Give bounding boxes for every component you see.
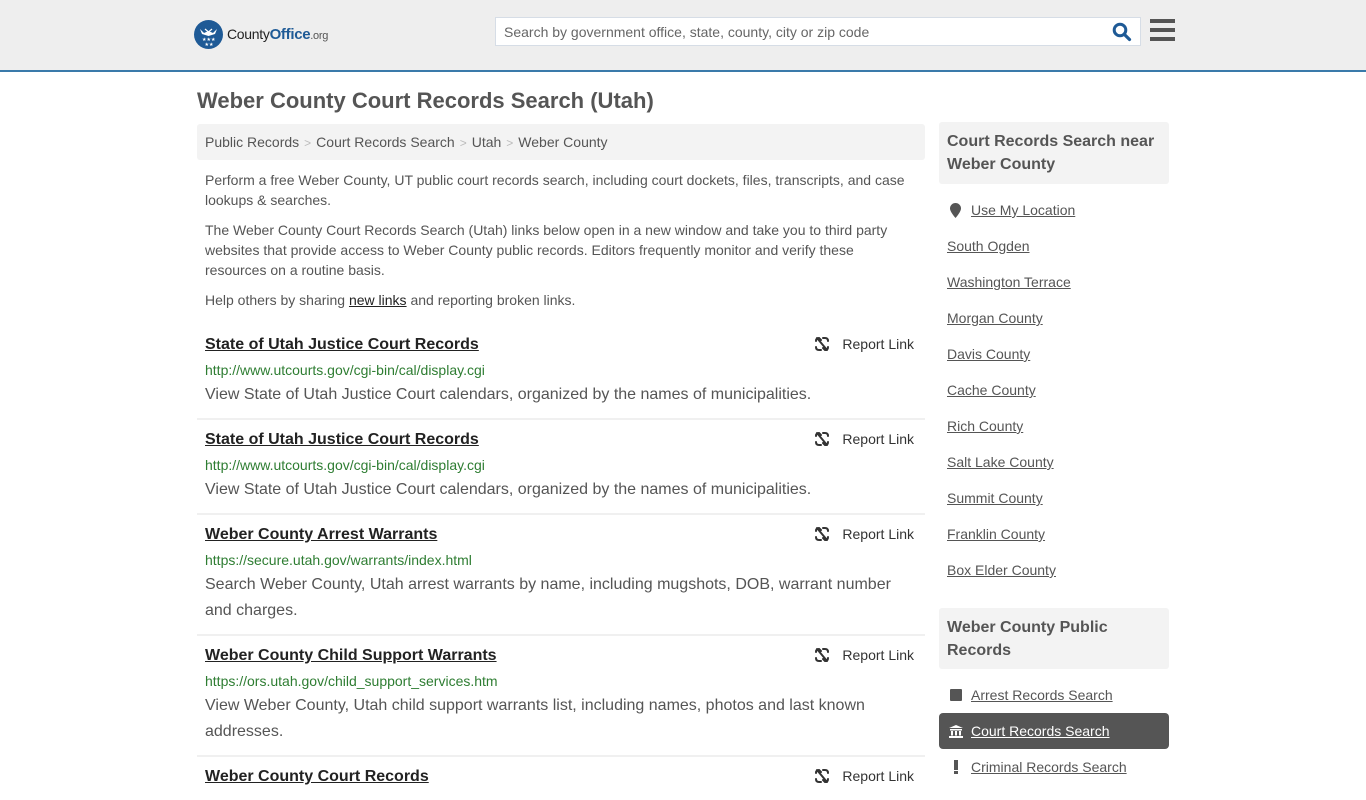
result-url[interactable]: http://www.utcourts.gov/cgi-bin/cal/disp… xyxy=(205,453,917,477)
report-link-button[interactable]: Report Link xyxy=(814,643,914,667)
broken-link-icon xyxy=(815,336,830,352)
nearby-link-morgan-county[interactable]: Morgan County xyxy=(947,300,1167,336)
nearby-link-south-ogden[interactable]: South Ogden xyxy=(947,228,1167,264)
breadcrumb-item-court-records-search[interactable]: Court Records Search xyxy=(316,134,455,150)
broken-link-icon xyxy=(815,768,830,784)
broken-link-icon xyxy=(815,431,830,447)
exclamation-icon xyxy=(949,760,963,774)
nearby-link-salt-lake-county[interactable]: Salt Lake County xyxy=(947,444,1167,480)
breadcrumb-separator: > xyxy=(506,136,514,150)
result-title-link[interactable]: State of Utah Justice Court Records xyxy=(205,332,479,358)
result-item: Weber County Child Support Warrants Repo… xyxy=(197,636,925,757)
nearby-link-franklin-county[interactable]: Franklin County xyxy=(947,516,1167,552)
result-item: Weber County Court Records Report Link xyxy=(197,757,925,800)
public-records-list: Arrest Records Search Court Records Sear… xyxy=(939,677,1169,785)
public-records-item-court[interactable]: Court Records Search xyxy=(939,713,1169,749)
result-item: Weber County Arrest Warrants Report Link… xyxy=(197,515,925,636)
intro-paragraph: The Weber County Court Records Search (U… xyxy=(205,222,888,278)
result-description: View State of Utah Justice Court calenda… xyxy=(205,481,812,498)
nearby-heading: Court Records Search near Weber County xyxy=(947,133,1155,173)
use-my-location-link[interactable]: Use My Location xyxy=(971,192,1075,228)
result-description: View Weber County, Utah child support wa… xyxy=(205,697,865,740)
result-description: View State of Utah Justice Court calenda… xyxy=(205,386,812,403)
result-title-link[interactable]: State of Utah Justice Court Records xyxy=(205,427,479,453)
new-links-link[interactable]: new links xyxy=(349,292,407,308)
site-header: ★★★ ★★ CountyOffice.org xyxy=(0,0,1366,72)
result-url[interactable]: http://www.utcourts.gov/cgi-bin/cal/disp… xyxy=(205,358,917,382)
nearby-link-cache-county[interactable]: Cache County xyxy=(947,372,1167,408)
logo-link[interactable]: ★★★ ★★ CountyOffice.org xyxy=(194,20,328,49)
public-records-heading-box: Weber County Public Records xyxy=(939,608,1169,669)
result-title-link[interactable]: Weber County Child Support Warrants xyxy=(205,643,497,669)
nearby-link-washington-terrace[interactable]: Washington Terrace xyxy=(947,264,1167,300)
public-records-heading: Weber County Public Records xyxy=(947,619,1108,659)
criminal-records-search-link[interactable]: Criminal Records Search xyxy=(971,759,1127,775)
intro-text: Perform a free Weber County, UT public c… xyxy=(205,170,917,320)
breadcrumb-separator: > xyxy=(304,136,312,150)
intro-paragraph-help: Help others by sharing new links and rep… xyxy=(205,292,576,308)
breadcrumb-separator: > xyxy=(459,136,467,150)
use-location-item: Use My Location xyxy=(947,192,1167,228)
square-icon xyxy=(949,689,963,701)
breadcrumb: Public Records > Court Records Search > Utah… xyxy=(197,124,925,160)
nearby-link-box-elder-county[interactable]: Box Elder County xyxy=(947,552,1167,588)
courthouse-icon xyxy=(949,724,963,738)
report-link-button[interactable]: Report Link xyxy=(814,522,914,546)
breadcrumb-item-utah[interactable]: Utah xyxy=(472,134,502,150)
public-records-item-criminal[interactable]: Criminal Records Search xyxy=(939,749,1169,785)
nearby-list: Use My Location South Ogden Washington T… xyxy=(947,192,1167,588)
page-title: Weber County Court Records Search (Utah) xyxy=(197,88,654,113)
result-url[interactable]: https://ors.utah.gov/child_support_servi… xyxy=(205,669,917,693)
search-input[interactable] xyxy=(496,18,1106,45)
nearby-link-rich-county[interactable]: Rich County xyxy=(947,408,1167,444)
nearby-heading-box: Court Records Search near Weber County xyxy=(939,122,1169,184)
map-pin-icon xyxy=(950,202,961,218)
result-title-link[interactable]: Weber County Arrest Warrants xyxy=(205,522,437,548)
result-item: State of Utah Justice Court Records Repo… xyxy=(197,325,925,420)
breadcrumb-item-weber-county[interactable]: Weber County xyxy=(518,134,607,150)
result-item: State of Utah Justice Court Records Repo… xyxy=(197,420,925,515)
broken-link-icon xyxy=(815,526,830,542)
search-icon xyxy=(1112,22,1132,42)
search-bar xyxy=(495,17,1141,46)
arrest-records-search-link[interactable]: Arrest Records Search xyxy=(971,687,1113,703)
hamburger-menu-icon[interactable] xyxy=(1150,19,1175,42)
intro-paragraph: Perform a free Weber County, UT public c… xyxy=(205,172,905,208)
report-link-button[interactable]: Report Link xyxy=(814,427,914,451)
report-link-button[interactable]: Report Link xyxy=(814,332,914,356)
search-button[interactable] xyxy=(1112,22,1134,42)
result-url[interactable]: https://secure.utah.gov/warrants/index.h… xyxy=(205,548,917,572)
court-records-search-link[interactable]: Court Records Search xyxy=(971,723,1110,739)
result-description: Search Weber County, Utah arrest warrant… xyxy=(205,576,891,619)
eagle-stars-icon: ★★★ ★★ xyxy=(194,20,223,49)
results-list: State of Utah Justice Court Records Repo… xyxy=(197,325,925,800)
public-records-item-arrest[interactable]: Arrest Records Search xyxy=(939,677,1169,713)
nearby-link-davis-county[interactable]: Davis County xyxy=(947,336,1167,372)
nearby-link-summit-county[interactable]: Summit County xyxy=(947,480,1167,516)
broken-link-icon xyxy=(815,647,830,663)
svg-text:★★: ★★ xyxy=(205,42,214,48)
logo-text: CountyOffice.org xyxy=(227,26,329,43)
breadcrumb-item-public-records[interactable]: Public Records xyxy=(205,134,299,150)
